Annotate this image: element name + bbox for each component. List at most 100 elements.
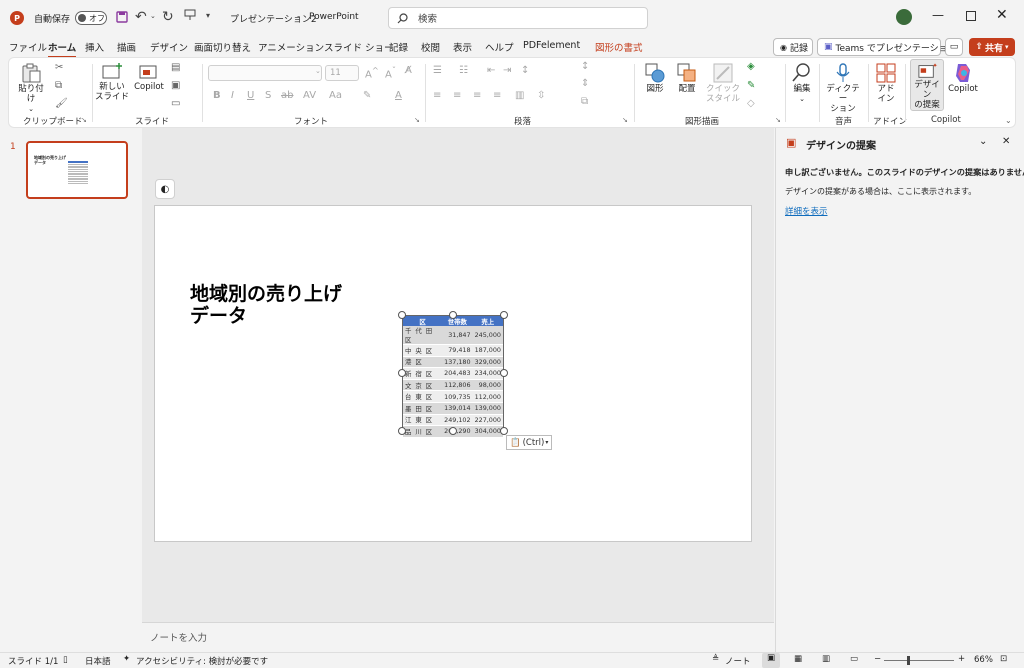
share-button[interactable]: ⇪ 共有 ▾ xyxy=(969,38,1015,56)
notes-toggle-label[interactable]: ノート xyxy=(725,655,751,667)
normal-view-icon[interactable]: ▣ xyxy=(762,653,780,668)
tab-home[interactable]: ホーム xyxy=(48,40,77,58)
collapse-ribbon-icon[interactable]: ⌄ xyxy=(1005,116,1012,125)
tab-review[interactable]: 校閲 xyxy=(421,40,440,54)
pane-options-icon[interactable]: ⌄ xyxy=(979,136,987,147)
notes-pane[interactable]: ノートを入力 xyxy=(142,622,774,652)
shapes-button[interactable]: 図形 xyxy=(641,62,669,94)
designer-quick-icon[interactable]: ◐ xyxy=(155,179,175,199)
copilot-slides-button[interactable]: Copilot xyxy=(133,62,165,92)
resize-handle[interactable] xyxy=(398,369,406,377)
resize-handle[interactable] xyxy=(500,311,508,319)
tab-view[interactable]: 表示 xyxy=(453,40,472,54)
arrange-button[interactable]: 配置 xyxy=(673,62,701,94)
zoom-slider[interactable] xyxy=(884,660,954,661)
format-painter-icon[interactable]: 🖌 xyxy=(55,98,68,109)
close-window-icon[interactable]: ✕ xyxy=(996,7,1008,23)
font-name-dropdown-icon[interactable]: ⌄ xyxy=(315,67,321,75)
present-icon[interactable] xyxy=(184,9,196,21)
char-spacing-icon[interactable]: AV xyxy=(303,90,316,101)
justify-icon[interactable]: ≡ xyxy=(493,90,501,101)
undo-icon[interactable]: ↶ xyxy=(135,9,147,25)
selected-table-frame[interactable]: 区 世帯数 売上 千代田区 31,847 245,000 中央区 79,418 187,… xyxy=(402,315,504,438)
tab-insert[interactable]: 挿入 xyxy=(85,40,104,54)
tab-draw[interactable]: 描画 xyxy=(117,40,136,54)
tab-transitions[interactable]: 画面切り替え xyxy=(194,40,251,54)
align-left-icon[interactable]: ≡ xyxy=(433,90,441,101)
drawing-launcher-icon[interactable]: ↘ xyxy=(775,116,781,124)
paste-button[interactable]: 貼り付け ⌄ xyxy=(15,62,47,114)
tab-design[interactable]: デザイン xyxy=(150,40,188,54)
designer-button[interactable]: ✦ デザイン の提案 xyxy=(910,59,944,111)
cut-icon[interactable]: ✂ xyxy=(55,62,63,73)
dictate-button[interactable]: ディクテー ション xyxy=(823,62,863,114)
resize-handle[interactable] xyxy=(398,427,406,435)
text-direction-icon[interactable]: ↕ xyxy=(581,61,589,72)
accessibility-icon[interactable]: ✦ xyxy=(123,654,130,664)
record-button[interactable]: ◉ 記録 xyxy=(773,38,813,56)
account-avatar[interactable] xyxy=(896,9,912,25)
data-table[interactable]: 区 世帯数 売上 千代田区 31,847 245,000 中央区 79,418 187,… xyxy=(403,316,503,438)
tab-record[interactable]: 記録 xyxy=(389,40,408,54)
copy-icon[interactable]: ⧉ xyxy=(55,80,62,91)
zoom-out-icon[interactable]: − xyxy=(874,654,881,664)
slideshow-view-icon[interactable]: ▭ xyxy=(850,654,858,664)
zoom-in-icon[interactable]: + xyxy=(958,654,965,664)
addins-button[interactable]: アド イン xyxy=(873,62,899,104)
numbering-icon[interactable]: ☷ xyxy=(459,65,468,76)
strikethrough-icon[interactable]: ab xyxy=(281,90,293,101)
quick-style-button[interactable]: クイック スタイル xyxy=(705,62,741,104)
bullets-icon[interactable]: ☰ xyxy=(433,65,442,76)
tab-file[interactable]: ファイル xyxy=(9,40,47,54)
copilot-button[interactable]: Copilot xyxy=(947,62,979,94)
reading-view-icon[interactable]: ▥ xyxy=(822,654,830,664)
resize-handle[interactable] xyxy=(449,311,457,319)
maximize-icon[interactable] xyxy=(966,11,976,21)
slide-title[interactable]: 地域別の売り上げ データ xyxy=(190,283,342,327)
decrease-font-icon[interactable]: Aˇ xyxy=(385,65,396,80)
comments-button[interactable]: ▭ xyxy=(945,38,963,56)
font-color-icon[interactable]: A xyxy=(395,90,402,101)
resize-handle[interactable] xyxy=(500,427,508,435)
details-link[interactable]: 詳細を表示 xyxy=(785,205,828,217)
font-launcher-icon[interactable]: ↘ xyxy=(414,116,420,124)
save-icon[interactable] xyxy=(115,10,129,24)
close-pane-icon[interactable]: ✕ xyxy=(1002,136,1010,147)
align-center-icon[interactable]: ≡ xyxy=(453,90,461,101)
shape-effects-icon[interactable]: ◇ xyxy=(747,98,755,109)
shape-outline-icon[interactable]: ✎ xyxy=(747,80,755,91)
new-slide-button[interactable]: 新しい スライド xyxy=(95,62,129,102)
underline-icon[interactable]: U xyxy=(247,90,254,101)
increase-font-icon[interactable]: A^ xyxy=(365,65,379,80)
notes-toggle-icon[interactable]: ≜ xyxy=(712,654,719,664)
align-text-icon[interactable]: ⇳ xyxy=(537,90,545,101)
shadow-icon[interactable]: S xyxy=(265,90,271,101)
tab-pdfelement[interactable]: PDFelement xyxy=(523,40,580,51)
clipboard-launcher-icon[interactable]: ↘ xyxy=(81,116,87,124)
slide-sorter-icon[interactable]: ▦ xyxy=(794,654,802,664)
shape-fill-icon[interactable]: ◈ xyxy=(747,61,755,72)
redo-icon[interactable]: ↻ xyxy=(162,9,174,25)
bold-icon[interactable]: B xyxy=(213,90,221,101)
fit-to-window-icon[interactable]: ⊡ xyxy=(1000,654,1007,664)
tab-slideshow[interactable]: スライド ショー xyxy=(324,40,394,54)
font-name-field[interactable] xyxy=(208,65,322,81)
edit-button[interactable]: 編集 ⌄ xyxy=(789,62,815,104)
align-text-vertical-icon[interactable]: ⇕ xyxy=(581,78,589,89)
reset-icon[interactable]: ▣ xyxy=(171,80,180,91)
zoom-slider-thumb[interactable] xyxy=(907,656,910,665)
zoom-level[interactable]: 66% xyxy=(974,655,993,665)
tab-animations[interactable]: アニメーション xyxy=(258,40,324,54)
tab-shape-format[interactable]: 図形の書式 xyxy=(595,40,643,54)
resize-handle[interactable] xyxy=(449,427,457,435)
decrease-indent-icon[interactable]: ⇤ xyxy=(487,65,495,76)
clear-formatting-icon[interactable]: A̸ xyxy=(405,65,412,76)
italic-icon[interactable]: I xyxy=(231,90,234,101)
smartart-icon[interactable]: ⧉ xyxy=(581,96,588,107)
slide-info[interactable]: スライド 1/1 xyxy=(8,655,58,667)
highlight-icon[interactable]: ✎ xyxy=(363,90,371,101)
tab-help[interactable]: ヘルプ xyxy=(485,40,514,54)
resize-handle[interactable] xyxy=(398,311,406,319)
section-icon[interactable]: ▭ xyxy=(171,98,180,109)
align-right-icon[interactable]: ≡ xyxy=(473,90,481,101)
